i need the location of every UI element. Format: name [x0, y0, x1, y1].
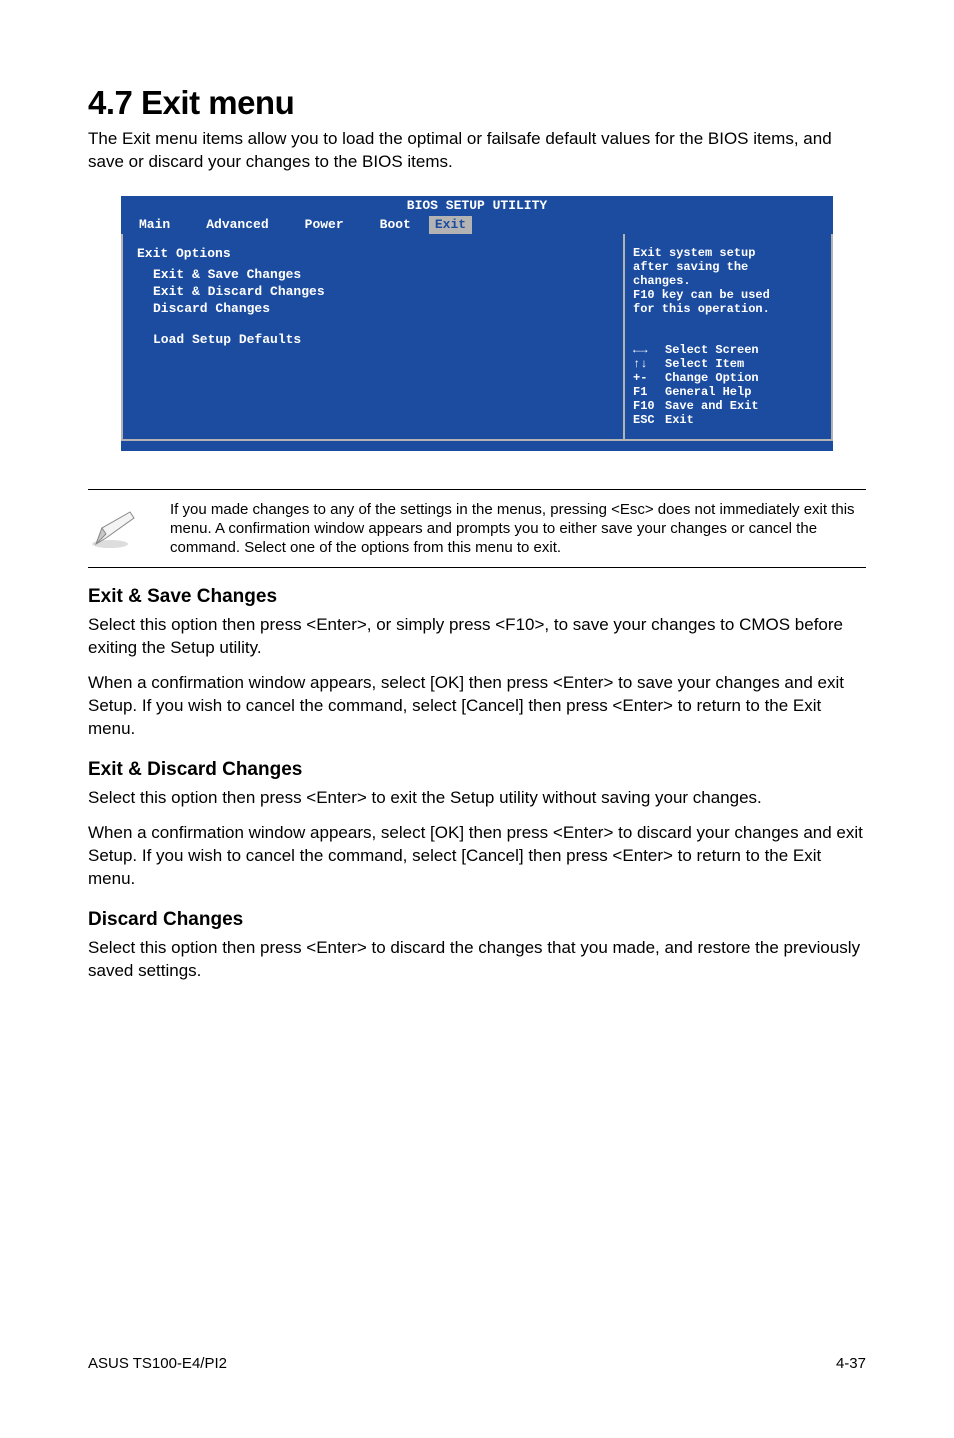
- help-label: Exit: [665, 413, 694, 427]
- help-label: Select Item: [665, 357, 744, 371]
- body-paragraph: When a confirmation window appears, sele…: [88, 672, 866, 741]
- arrow-lr-icon: ←→: [633, 343, 659, 357]
- help-text-line: Exit system setup: [633, 246, 823, 260]
- key-esc: ESC: [633, 413, 659, 427]
- spacer: [153, 318, 609, 330]
- key-f10: F10: [633, 399, 659, 413]
- section-heading: Exit & Discard Changes: [88, 759, 866, 781]
- bios-screenshot: BIOS SETUP UTILITY Main Advanced Power B…: [121, 196, 833, 451]
- bios-options-panel: Exit Options Exit & Save Changes Exit & …: [123, 234, 625, 439]
- help-label: Select Screen: [665, 343, 759, 357]
- help-text-line: after saving the: [633, 260, 823, 274]
- options-header: Exit Options: [137, 246, 609, 261]
- tab-advanced[interactable]: Advanced: [188, 216, 286, 234]
- key-plusminus: +-: [633, 371, 659, 385]
- bios-help-panel: Exit system setup after saving the chang…: [625, 234, 831, 439]
- tab-boot[interactable]: Boot: [362, 216, 429, 234]
- body-paragraph: Select this option then press <Enter> to…: [88, 937, 866, 983]
- section-heading: Exit & Save Changes: [88, 586, 866, 608]
- footer-right: 4-37: [836, 1355, 866, 1372]
- footer-left: ASUS TS100-E4/PI2: [88, 1355, 227, 1372]
- page-title: 4.7 Exit menu: [88, 84, 866, 122]
- tab-main[interactable]: Main: [121, 216, 188, 234]
- note-text: If you made changes to any of the settin…: [170, 500, 866, 558]
- arrow-ud-icon: ↑↓: [633, 357, 659, 371]
- option-discard[interactable]: Discard Changes: [153, 301, 609, 316]
- help-text-line: changes.: [633, 274, 823, 288]
- help-text-line: for this operation.: [633, 302, 823, 316]
- help-label: General Help: [665, 385, 751, 399]
- key-f1: F1: [633, 385, 659, 399]
- note-callout: If you made changes to any of the settin…: [88, 489, 866, 569]
- tab-exit[interactable]: Exit: [429, 216, 472, 234]
- bios-footer-bar: [121, 441, 833, 451]
- tab-power[interactable]: Power: [287, 216, 362, 234]
- page-footer: ASUS TS100-E4/PI2 4-37: [88, 1355, 866, 1372]
- key-legend: ←→ Select Screen ↑↓ Select Item +- Change O…: [633, 343, 823, 427]
- help-text-line: F10 key can be used: [633, 288, 823, 302]
- pencil-icon: [88, 500, 140, 550]
- body-paragraph: Select this option then press <Enter>, o…: [88, 614, 866, 660]
- body-paragraph: When a confirmation window appears, sele…: [88, 822, 866, 891]
- option-load-defaults[interactable]: Load Setup Defaults: [153, 332, 609, 347]
- option-exit-save[interactable]: Exit & Save Changes: [153, 267, 609, 282]
- option-exit-discard[interactable]: Exit & Discard Changes: [153, 284, 609, 299]
- lead-paragraph: The Exit menu items allow you to load th…: [88, 128, 866, 174]
- help-label: Save and Exit: [665, 399, 759, 413]
- section-heading: Discard Changes: [88, 909, 866, 931]
- help-label: Change Option: [665, 371, 759, 385]
- bios-menubar: Main Advanced Power Boot Exit: [121, 196, 833, 234]
- body-paragraph: Select this option then press <Enter> to…: [88, 787, 866, 810]
